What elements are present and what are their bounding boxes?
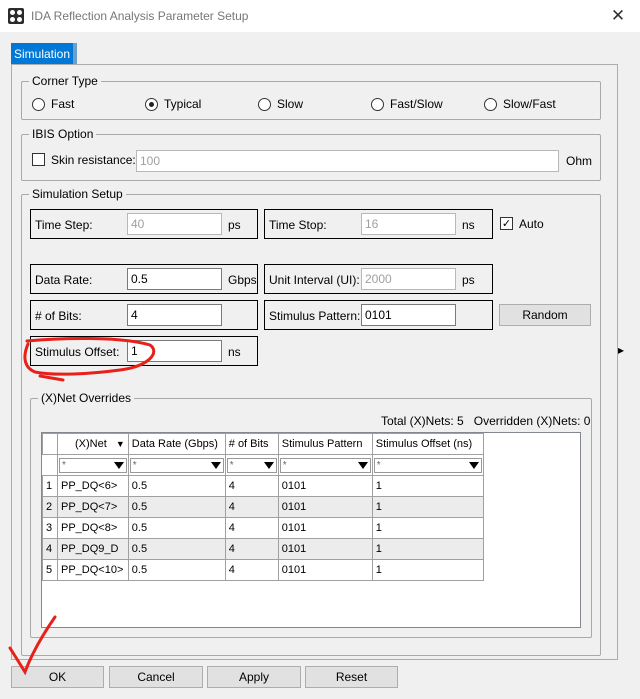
stimulus-offset-label: Stimulus Offset: (35, 345, 120, 359)
skin-resistance-checkbox[interactable] (32, 153, 45, 166)
filter-row: * * * * * (42, 454, 484, 476)
window-title: IDA Reflection Analysis Parameter Setup (31, 9, 249, 23)
unit-interval-unit: ps (462, 273, 475, 287)
time-step-label: Time Step: (35, 218, 93, 232)
expand-arrow-icon[interactable]: ▸ (618, 342, 624, 358)
simulation-setup-legend: Simulation Setup (29, 187, 126, 201)
dropdown-arrow-icon[interactable] (357, 461, 368, 469)
column-header-bits[interactable]: # of Bits (224, 433, 279, 455)
table-row[interactable]: 1 PP_DQ<6> 0.5 4 0101 1 (42, 475, 484, 497)
unit-interval-input[interactable]: 2000 (361, 268, 456, 290)
reset-button[interactable]: Reset (305, 666, 398, 688)
stimulus-offset-input[interactable]: 1 (127, 340, 222, 362)
time-stop-label: Time Stop: (269, 218, 327, 232)
radio-circle-icon (371, 97, 384, 111)
radio-slow[interactable]: Slow (258, 96, 303, 112)
time-stop-unit: ns (462, 218, 475, 232)
column-header-data-rate[interactable]: Data Rate (Gbps) (127, 433, 226, 455)
radio-circle-icon (32, 97, 45, 111)
num-bits-label: # of Bits: (35, 309, 82, 323)
radio-fast-slow[interactable]: Fast/Slow (371, 96, 443, 112)
skin-resistance-label: Skin resistance: (51, 153, 136, 167)
net-overrides-legend: (X)Net Overrides (38, 391, 135, 405)
column-header-net[interactable]: (X)Net ▼ (57, 433, 129, 455)
title-bar: IDA Reflection Analysis Parameter Setup … (0, 0, 640, 32)
filter-pattern[interactable]: * (277, 454, 373, 476)
random-button[interactable]: Random (499, 304, 591, 326)
data-rate-label: Data Rate: (35, 273, 93, 287)
dropdown-arrow-icon[interactable] (468, 461, 479, 469)
tab-simulation[interactable]: Simulation (11, 43, 77, 65)
dropdown-arrow-icon[interactable] (210, 461, 221, 469)
cancel-button[interactable]: Cancel (109, 666, 203, 688)
filter-net[interactable]: * (57, 454, 129, 476)
filter-data-rate[interactable]: * (127, 454, 226, 476)
table-header-row: (X)Net ▼ Data Rate (Gbps) # of Bits Stim… (42, 433, 484, 455)
sort-dropdown-icon[interactable]: ▼ (116, 439, 125, 449)
skin-resistance-unit: Ohm (566, 154, 593, 168)
app-icon (8, 8, 24, 24)
stimulus-pattern-label: Stimulus Pattern: (269, 309, 361, 323)
radio-circle-icon (484, 97, 497, 111)
dropdown-arrow-icon[interactable] (263, 461, 274, 469)
auto-label: Auto (519, 217, 544, 231)
net-overrides-table[interactable]: (X)Net ▼ Data Rate (Gbps) # of Bits Stim… (41, 432, 581, 628)
filter-row-spacer (42, 454, 58, 476)
ok-button[interactable]: OK (11, 666, 104, 688)
radio-slow-fast[interactable]: Slow/Fast (484, 96, 556, 112)
radio-fast[interactable]: Fast (32, 96, 74, 112)
row-number-header (42, 433, 58, 455)
net-counts: Total (X)Nets: 5 Overridden (X)Nets: 0 (381, 414, 591, 428)
radio-selected-icon (145, 97, 158, 111)
radio-circle-icon (258, 97, 271, 111)
net-grid: (X)Net ▼ Data Rate (Gbps) # of Bits Stim… (42, 433, 484, 581)
data-rate-input[interactable]: 0.5 (127, 268, 222, 290)
radio-typical[interactable]: Typical (145, 96, 201, 112)
corner-type-legend: Corner Type (29, 74, 101, 88)
ibis-option-legend: IBIS Option (29, 127, 97, 141)
apply-button[interactable]: Apply (207, 666, 301, 688)
close-icon[interactable]: ✕ (596, 0, 640, 32)
time-stop-input[interactable]: 16 (361, 213, 456, 235)
table-row[interactable]: 3 PP_DQ<8> 0.5 4 0101 1 (42, 517, 484, 539)
unit-interval-label: Unit Interval (UI): (269, 273, 360, 287)
table-row[interactable]: 2 PP_DQ<7> 0.5 4 0101 1 (42, 496, 484, 518)
data-rate-unit: Gbps (228, 273, 257, 287)
time-step-input[interactable]: 40 (127, 213, 222, 235)
stimulus-offset-unit: ns (228, 345, 241, 359)
filter-offset[interactable]: * (371, 454, 484, 476)
filter-bits[interactable]: * (224, 454, 279, 476)
dropdown-arrow-icon[interactable] (113, 461, 124, 469)
num-bits-input[interactable]: 4 (127, 304, 222, 326)
table-row[interactable]: 5 PP_DQ<10> 0.5 4 0101 1 (42, 559, 484, 581)
time-step-unit: ps (228, 218, 241, 232)
column-header-pattern[interactable]: Stimulus Pattern (277, 433, 373, 455)
stimulus-pattern-input[interactable]: 0101 (361, 304, 456, 326)
column-header-offset[interactable]: Stimulus Offset (ns) (371, 433, 484, 455)
auto-checkbox[interactable]: ✓ (500, 217, 513, 230)
skin-resistance-input[interactable]: 100 (136, 150, 559, 172)
table-row[interactable]: 4 PP_DQ9_D 0.5 4 0101 1 (42, 538, 484, 560)
